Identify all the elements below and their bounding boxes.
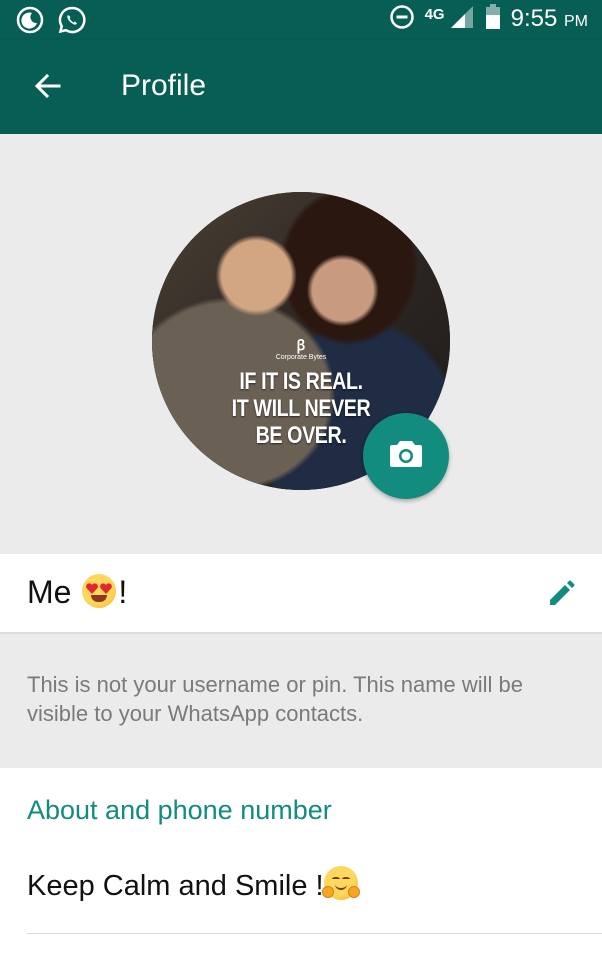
logo-mark-icon: ꞵ xyxy=(296,337,306,353)
about-text: Keep Calm and Smile ! xyxy=(27,870,324,902)
name-hint-area: This is not your username or pin. This n… xyxy=(0,636,602,768)
app-bar: Profile xyxy=(0,40,602,134)
divider xyxy=(27,933,602,934)
photo-logo: ꞵ Corporate Bytes xyxy=(152,338,450,361)
edit-name-button[interactable] xyxy=(543,578,579,614)
profile-photo-area: ꞵ Corporate Bytes IF IT IS REAL. IT WILL… xyxy=(0,134,602,554)
signal-icon xyxy=(449,4,475,34)
camera-icon xyxy=(388,438,424,474)
heart-eyes-emoji-icon xyxy=(82,574,117,608)
name-hint: This is not your username or pin. This n… xyxy=(27,672,524,726)
status-bar: 4G 9:55 PM xyxy=(0,0,602,40)
profile-name-suffix: ! xyxy=(118,574,128,610)
name-row[interactable]: Me ! xyxy=(0,554,602,634)
status-time: 9:55 PM xyxy=(510,5,588,32)
back-button[interactable] xyxy=(28,68,68,108)
data-saver-icon xyxy=(389,4,415,34)
change-photo-button[interactable] xyxy=(363,413,449,499)
quote-line: IF IT IS REAL. xyxy=(239,368,363,395)
logo-text: Corporate Bytes xyxy=(275,354,327,361)
page-title: Profile xyxy=(121,69,207,102)
pencil-icon xyxy=(546,579,576,613)
battery-icon xyxy=(485,4,501,34)
whatsapp-icon xyxy=(58,6,86,38)
arrow-back-icon xyxy=(33,71,63,105)
profile-name: Me ! xyxy=(27,574,127,611)
moon-icon xyxy=(16,6,44,38)
about-value[interactable]: Keep Calm and Smile ! xyxy=(27,866,360,903)
profile-name-text: Me xyxy=(27,574,72,610)
about-section: About and phone number Keep Calm and Smi… xyxy=(0,768,602,963)
network-label: 4G xyxy=(424,5,445,23)
hugging-face-emoji-icon xyxy=(321,866,360,900)
about-header: About and phone number xyxy=(27,795,332,825)
